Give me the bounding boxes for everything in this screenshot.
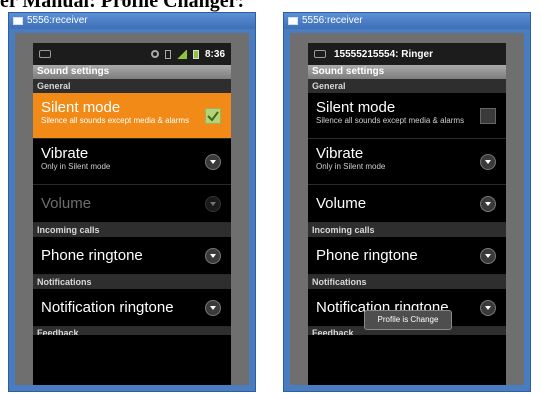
setting-title: Phone ringtone: [316, 247, 418, 264]
setting-summary: Silence all sounds except media & alarms: [316, 116, 465, 125]
signal-icon: [176, 49, 187, 59]
setting-summary: Only in Silent mode: [316, 162, 386, 171]
window-icon: [13, 17, 23, 25]
chevron-down-icon: [480, 195, 496, 212]
emulator-window-left: 5556:receiver 8:36 Sound settings Genera…: [8, 12, 256, 392]
window-titlebar[interactable]: 5556:receiver: [9, 13, 255, 29]
setting-volume[interactable]: Volume: [33, 185, 231, 223]
chevron-down-icon: [205, 247, 221, 264]
silent-mode-checkbox[interactable]: [205, 107, 221, 124]
setting-phone-ringtone[interactable]: Phone ringtone: [33, 237, 231, 275]
phone-screen: 15555215554: Ringer Sound settings Gener…: [308, 43, 506, 385]
settings-list: General Silent mode Silence all sounds e…: [308, 79, 506, 385]
setting-title: Notification ringtone: [41, 299, 174, 316]
silent-mode-checkbox[interactable]: [480, 107, 496, 124]
status-bar: 8:36: [33, 43, 231, 65]
category-notifications: Notifications: [33, 275, 231, 289]
screen-title: Sound settings: [308, 65, 506, 79]
setting-title: Volume: [316, 195, 367, 212]
chevron-down-icon: [205, 195, 221, 212]
category-incoming-calls: Incoming calls: [308, 223, 506, 237]
screen-title: Sound settings: [33, 65, 231, 79]
setting-vibrate[interactable]: Vibrate Only in Silent mode: [33, 139, 231, 185]
setting-silent-mode[interactable]: Silent mode Silence all sounds except me…: [33, 93, 231, 139]
window-title: 5556:receiver: [27, 15, 88, 26]
checkmark-icon: [207, 110, 219, 122]
setting-silent-mode[interactable]: Silent mode Silence all sounds except me…: [308, 93, 506, 139]
setting-title: Phone ringtone: [41, 247, 143, 264]
setting-volume[interactable]: Volume: [308, 185, 506, 223]
setting-title: Volume: [41, 195, 92, 212]
sync-icon: [150, 50, 159, 58]
device-frame: 8:36 Sound settings General Silent mode …: [15, 33, 249, 385]
category-incoming-calls: Incoming calls: [33, 223, 231, 237]
setting-summary: Silence all sounds except media & alarms: [41, 116, 190, 125]
category-feedback: Feedback: [33, 327, 231, 335]
window-title: 5556:receiver: [302, 15, 363, 26]
emulator-window-right: 5556:receiver 15555215554: Ringer Sound …: [283, 12, 531, 392]
window-icon: [288, 17, 298, 25]
window-titlebar[interactable]: 5556:receiver: [284, 13, 530, 29]
status-time: 8:36: [204, 48, 225, 60]
battery-icon: [192, 49, 199, 59]
category-notifications: Notifications: [308, 275, 506, 289]
setting-title: Vibrate: [41, 145, 89, 162]
status-notification: 15555215554: Ringer: [334, 48, 433, 60]
device-frame: 15555215554: Ringer Sound settings Gener…: [290, 33, 524, 385]
chevron-down-icon: [480, 247, 496, 264]
settings-list: General Silent mode Silence all sounds e…: [33, 79, 231, 385]
phone-screen: 8:36 Sound settings General Silent mode …: [33, 43, 231, 385]
setting-phone-ringtone[interactable]: Phone ringtone: [308, 237, 506, 275]
setting-vibrate[interactable]: Vibrate Only in Silent mode: [308, 139, 506, 185]
chevron-down-icon: [480, 299, 496, 316]
chevron-down-icon: [205, 299, 221, 316]
android-app-icon: [39, 50, 51, 58]
android-app-icon: [314, 50, 326, 58]
setting-title: Silent mode: [41, 99, 121, 116]
chevron-down-icon: [480, 153, 496, 170]
setting-title: Vibrate: [316, 145, 364, 162]
toast-message: Profile is Change: [364, 310, 452, 330]
phone-icon: [164, 49, 171, 59]
status-bar: 15555215554: Ringer: [308, 43, 506, 65]
category-general: General: [33, 79, 231, 93]
setting-title: Silent mode: [316, 99, 396, 116]
category-general: General: [308, 79, 506, 93]
chevron-down-icon: [205, 153, 221, 170]
setting-summary: Only in Silent mode: [41, 162, 111, 171]
setting-notification-ringtone[interactable]: Notification ringtone: [33, 289, 231, 327]
